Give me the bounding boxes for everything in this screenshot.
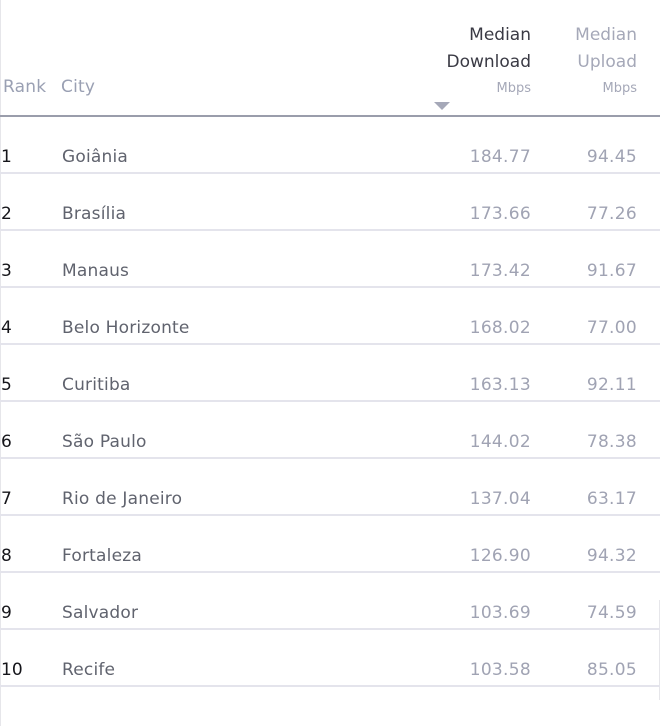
upload-cell: 63.17 — [586, 489, 637, 509]
rank-cell: 7 — [1, 489, 12, 509]
upload-column-header[interactable]: Median Upload Mbps — [575, 22, 637, 102]
rank-column-header[interactable]: Rank — [3, 77, 46, 97]
upload-cell: 94.45 — [586, 147, 637, 167]
download-header-line1: Median — [469, 25, 531, 45]
upload-header-line1: Median — [575, 25, 637, 45]
rank-cell: 9 — [1, 603, 12, 623]
city-cell: Belo Horizonte — [62, 318, 190, 338]
table-row: 9 Salvador 103.69 74.59 — [0, 573, 660, 630]
rank-cell: 3 — [1, 261, 12, 281]
city-cell: Manaus — [62, 261, 130, 281]
download-cell: 144.02 — [469, 432, 531, 452]
rank-cell: 6 — [1, 432, 12, 452]
upload-cell: 91.67 — [586, 261, 637, 281]
rank-cell: 8 — [1, 546, 12, 566]
table-header: Rank City Median Download Mbps Median Up… — [0, 0, 660, 117]
city-cell: Goiânia — [62, 147, 129, 167]
city-cell: Recife — [62, 660, 116, 680]
download-header-line2: Download — [446, 52, 531, 72]
city-cell: Curitiba — [62, 375, 131, 395]
download-cell: 168.02 — [469, 318, 531, 338]
table-row: 10 Recife 103.58 85.05 — [0, 630, 660, 687]
sort-descending-icon[interactable] — [434, 102, 450, 110]
table-row: 7 Rio de Janeiro 137.04 63.17 — [0, 459, 660, 516]
upload-cell: 85.05 — [586, 660, 637, 680]
rank-cell: 2 — [1, 204, 12, 224]
city-cell: Salvador — [62, 603, 139, 623]
download-cell: 103.69 — [469, 603, 531, 623]
city-cell: São Paulo — [62, 432, 147, 452]
city-cell: Brasília — [62, 204, 127, 224]
download-header-unit: Mbps — [496, 81, 532, 96]
upload-cell: 78.38 — [586, 432, 637, 452]
download-cell: 184.77 — [469, 147, 531, 167]
table-row: 8 Fortaleza 126.90 94.32 — [0, 516, 660, 573]
rank-cell: 10 — [1, 660, 23, 680]
download-column-header[interactable]: Median Download Mbps — [446, 22, 531, 102]
download-cell: 173.66 — [469, 204, 531, 224]
upload-cell: 77.00 — [586, 318, 637, 338]
download-cell: 103.58 — [469, 660, 531, 680]
rank-cell: 5 — [1, 375, 12, 395]
upload-cell: 77.26 — [586, 204, 637, 224]
upload-cell: 92.11 — [586, 375, 637, 395]
download-cell: 163.13 — [469, 375, 531, 395]
rank-cell: 4 — [1, 318, 12, 338]
table-row: 6 São Paulo 144.02 78.38 — [0, 402, 660, 459]
upload-cell: 94.32 — [586, 546, 637, 566]
table-row: 4 Belo Horizonte 168.02 77.00 — [0, 288, 660, 345]
upload-header-unit: Mbps — [602, 81, 638, 96]
download-cell: 173.42 — [469, 261, 531, 281]
city-cell: Fortaleza — [62, 546, 142, 566]
table-row: 3 Manaus 173.42 91.67 — [0, 231, 660, 288]
download-cell: 137.04 — [469, 489, 531, 509]
table-row: 2 Brasília 173.66 77.26 — [0, 174, 660, 231]
city-cell: Rio de Janeiro — [62, 489, 183, 509]
upload-cell: 74.59 — [586, 603, 637, 623]
table-row: 1 Goiânia 184.77 94.45 — [0, 117, 660, 174]
download-cell: 126.90 — [469, 546, 531, 566]
upload-header-line2: Upload — [577, 52, 637, 72]
rank-cell: 1 — [1, 147, 12, 167]
city-column-header[interactable]: City — [61, 77, 95, 97]
table-row: 5 Curitiba 163.13 92.11 — [0, 345, 660, 402]
